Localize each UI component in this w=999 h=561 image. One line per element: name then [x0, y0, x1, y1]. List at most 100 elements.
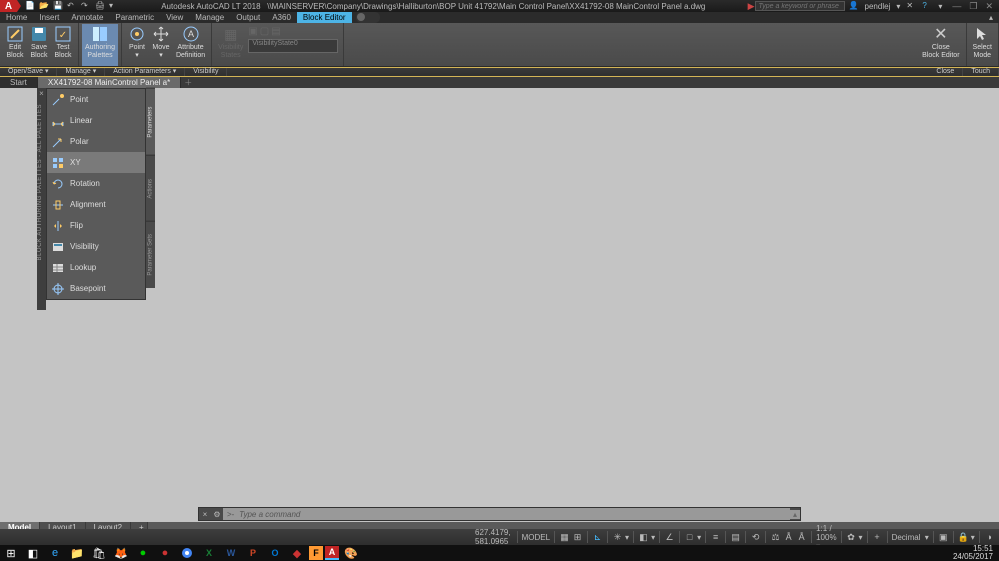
cmdline-customize-icon[interactable]: ⚙ — [211, 510, 223, 519]
annoscale2-icon[interactable]: Å — [783, 532, 794, 543]
qat-open-icon[interactable]: 📂 — [39, 1, 49, 11]
minimize-icon[interactable]: — — [952, 1, 961, 12]
tab-insert[interactable]: Insert — [33, 12, 65, 23]
lockui-icon[interactable]: 🔒 — [958, 532, 969, 543]
ribbon-toggle-switch[interactable] — [356, 12, 380, 23]
close-block-editor-button[interactable]: ✕Close Block Editor — [919, 24, 962, 66]
select-mode-button[interactable]: Select Mode — [970, 24, 995, 66]
cmdline-close-icon[interactable]: × — [199, 510, 211, 519]
doc-tab-new-icon[interactable]: ＋ — [181, 77, 195, 88]
attribute-definition-button[interactable]: AAttribute Definition — [173, 24, 208, 66]
snap-icon[interactable]: ⊞ — [572, 532, 583, 543]
palette-title-bar[interactable]: × BLOCK AUTHORING PALETTES - ALL PALETTE… — [37, 88, 46, 310]
edit-block-button[interactable]: Edit Block — [3, 24, 27, 66]
command-input[interactable]: >- Type a command — [223, 508, 790, 520]
lineweight-icon[interactable]: ≡ — [710, 532, 721, 543]
tb-paint-icon[interactable]: 🎨 — [340, 545, 362, 561]
palette-item-alignment[interactable]: Alignment — [47, 194, 145, 215]
tb-autocad-icon[interactable]: A — [325, 546, 339, 560]
qat-undo-icon[interactable]: ↶ — [67, 1, 77, 11]
qat-print-icon[interactable]: 🖨 — [95, 1, 105, 11]
tab-parametric[interactable]: Parametric — [109, 12, 160, 23]
help-search-input[interactable] — [755, 1, 845, 11]
polar-icon[interactable]: ✳ — [612, 532, 623, 543]
status-units[interactable]: Decimal ▾ — [887, 531, 933, 543]
ortho-icon[interactable]: ⊾ — [592, 532, 603, 543]
system-clock[interactable]: 15:51 24/05/2017 — [953, 545, 999, 561]
workspace-icon[interactable]: ✿ — [846, 532, 857, 543]
tb-app1-icon[interactable]: ● — [154, 545, 176, 561]
polar-dropdown-icon[interactable]: ▾ — [625, 533, 629, 542]
cmdline-history-icon[interactable]: ▴ — [790, 510, 800, 519]
tb-word-icon[interactable]: W — [220, 545, 242, 561]
restore-icon[interactable]: ❐ — [969, 1, 977, 12]
palette-item-lookup[interactable]: Lookup — [47, 257, 145, 278]
palette-item-rotation[interactable]: Rotation — [47, 173, 145, 194]
save-block-button[interactable]: Save Block — [27, 24, 51, 66]
qat-redo-icon[interactable]: ↷ — [81, 1, 91, 11]
tb-store-icon[interactable]: 🛍 — [88, 545, 110, 561]
palette-tab-parameters[interactable]: Parameters — [146, 88, 155, 155]
qat-dropdown-icon[interactable]: ▾ — [109, 1, 119, 11]
user-dropdown-icon[interactable]: ▾ — [896, 2, 900, 11]
annomonitor-icon[interactable]: + — [872, 532, 883, 543]
exchange-icon[interactable]: ✕ — [906, 1, 916, 11]
panel-label-actionparams[interactable]: Action Parameters ▾ — [105, 68, 185, 76]
close-icon[interactable]: ✕ — [985, 1, 993, 12]
ribbon-minimize-icon[interactable]: ▴ — [983, 12, 999, 23]
tab-block-editor[interactable]: Block Editor — [297, 12, 352, 23]
signin-icon[interactable]: 👤 — [849, 1, 859, 11]
start-button[interactable]: ⊞ — [0, 545, 22, 561]
annoscale-icon[interactable]: ⚖ — [770, 532, 781, 543]
authoring-palettes-button[interactable]: Authoring Palettes — [82, 24, 118, 66]
tb-skype-icon[interactable]: ● — [132, 545, 154, 561]
isolate-icon[interactable]: ◑ — [984, 532, 995, 543]
grid-icon[interactable]: ▦ — [559, 532, 570, 543]
palette-item-basepoint[interactable]: Basepoint — [47, 278, 145, 299]
palette-item-point[interactable]: Point — [47, 89, 145, 110]
workspace-dropdown-icon[interactable]: ▾ — [859, 533, 863, 542]
status-space-button[interactable]: MODEL — [517, 531, 554, 543]
taskview-icon[interactable]: ◧ — [22, 545, 44, 561]
doc-tab-start[interactable]: Start — [0, 77, 38, 88]
test-block-button[interactable]: ✓Test Block — [51, 24, 75, 66]
palette-item-flip[interactable]: Flip — [47, 215, 145, 236]
tb-edge-icon[interactable]: e — [44, 545, 66, 561]
panel-label-manage[interactable]: Manage ▾ — [57, 68, 105, 76]
tb-chrome-icon[interactable] — [176, 545, 198, 561]
isodraft-dropdown-icon[interactable]: ▾ — [651, 533, 655, 542]
palette-tab-paramsets[interactable]: Parameter Sets — [146, 221, 155, 288]
palette-tab-actions[interactable]: Actions — [146, 155, 155, 222]
tb-app3-icon[interactable]: F — [309, 546, 323, 560]
tab-view[interactable]: View — [160, 12, 189, 23]
help-dropdown-icon[interactable]: ▾ — [938, 2, 942, 11]
isodraft-icon[interactable]: ◧ — [638, 532, 649, 543]
quickprops-icon[interactable]: ▣ — [938, 532, 949, 543]
osnap-icon[interactable]: ∠ — [664, 532, 675, 543]
qat-save-icon[interactable]: 💾 — [53, 1, 63, 11]
app-logo[interactable]: A — [0, 0, 17, 12]
tab-home[interactable]: Home — [0, 12, 33, 23]
tb-outlook-icon[interactable]: O — [264, 545, 286, 561]
move-button[interactable]: Move▾ — [149, 24, 173, 66]
qat-new-icon[interactable]: 📄 — [25, 1, 35, 11]
tb-powerpoint-icon[interactable]: P — [242, 545, 264, 561]
point-button[interactable]: Point▾ — [125, 24, 149, 66]
palette-item-xy[interactable]: XY — [47, 152, 145, 173]
tb-excel-icon[interactable]: X — [198, 545, 220, 561]
tb-explorer-icon[interactable]: 📁 — [66, 545, 88, 561]
palette-item-visibility[interactable]: Visibility — [47, 236, 145, 257]
palette-close-icon[interactable]: × — [37, 89, 46, 98]
palette-item-polar[interactable]: Polar — [47, 131, 145, 152]
tb-app2-icon[interactable]: ◆ — [286, 545, 308, 561]
lockui-dropdown-icon[interactable]: ▾ — [971, 533, 975, 542]
tb-firefox-icon[interactable]: 🦊 — [110, 545, 132, 561]
otrack-dropdown-icon[interactable]: ▾ — [697, 533, 701, 542]
palette-item-linear[interactable]: Linear — [47, 110, 145, 131]
tab-a360[interactable]: A360 — [266, 12, 297, 23]
transparency-icon[interactable]: ▤ — [730, 532, 741, 543]
tab-annotate[interactable]: Annotate — [65, 12, 109, 23]
panel-label-opensave[interactable]: Open/Save ▾ — [0, 68, 57, 76]
user-name[interactable]: pendlej — [865, 2, 891, 11]
status-scale[interactable]: 1:1 / 100% ▾ — [811, 531, 840, 543]
